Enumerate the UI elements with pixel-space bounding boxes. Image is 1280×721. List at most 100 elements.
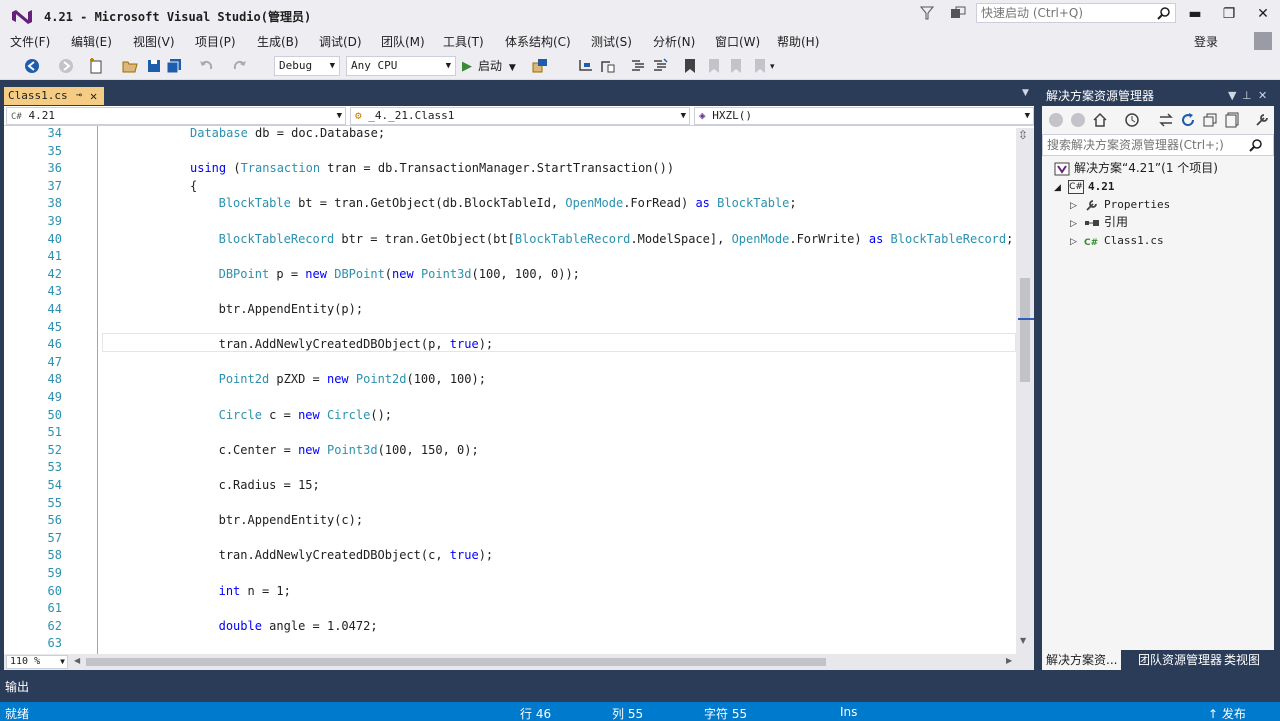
minimize-button[interactable]: ▬ bbox=[1180, 4, 1210, 24]
solution-explorer-search[interactable] bbox=[1042, 134, 1274, 156]
auto-hide-pin-icon[interactable]: ⊥ bbox=[1242, 86, 1252, 106]
tab-class-view[interactable]: 类视图 bbox=[1220, 650, 1264, 670]
navigate-forward-icon[interactable] bbox=[58, 58, 74, 74]
zoom-dropdown[interactable]: 110 % ▼ bbox=[6, 655, 68, 669]
undo-icon[interactable] bbox=[198, 58, 214, 74]
menu-edit[interactable]: 编辑(E) bbox=[71, 33, 112, 50]
quick-launch-box[interactable] bbox=[976, 3, 1176, 23]
search-icon[interactable] bbox=[1249, 138, 1263, 152]
close-tab-icon[interactable]: ✕ bbox=[90, 87, 97, 105]
menu-project[interactable]: 项目(P) bbox=[195, 33, 236, 50]
member-dropdown[interactable]: ◈ HXZL() ▼ bbox=[694, 107, 1034, 125]
menu-debug[interactable]: 调试(D) bbox=[319, 33, 362, 50]
code-line[interactable]: BlockTable bt = tran.GetObject(db.BlockT… bbox=[219, 196, 797, 210]
menu-test[interactable]: 测试(S) bbox=[591, 33, 632, 50]
user-account-icon[interactable] bbox=[1254, 32, 1272, 50]
expanded-triangle-icon[interactable]: ◢ bbox=[1054, 179, 1068, 197]
browser-link-icon[interactable] bbox=[532, 58, 548, 74]
comment-lines-icon[interactable] bbox=[630, 58, 646, 74]
tab-list-chevron-icon[interactable]: ▼ bbox=[1022, 88, 1029, 98]
toolbar-options-icon[interactable]: ▾ bbox=[770, 62, 775, 72]
previous-bookmark-icon[interactable] bbox=[706, 58, 722, 74]
scroll-down-arrow-icon[interactable]: ▼ bbox=[1020, 636, 1026, 645]
home-icon[interactable] bbox=[1092, 112, 1108, 128]
show-all-files-icon[interactable] bbox=[1224, 112, 1240, 128]
code-line[interactable]: c.Radius = 15; bbox=[219, 478, 320, 492]
code-line[interactable]: btr.AppendEntity(c); bbox=[219, 513, 364, 527]
code-line[interactable]: Point2d pZXD = new Point2d(100, 100); bbox=[219, 372, 486, 386]
save-icon[interactable] bbox=[146, 58, 162, 74]
new-project-icon[interactable] bbox=[88, 58, 104, 74]
navigate-back-icon[interactable] bbox=[24, 58, 40, 74]
menu-file[interactable]: 文件(F) bbox=[10, 33, 50, 50]
split-window-icon[interactable]: ⇳ bbox=[1018, 128, 1028, 142]
chevron-down-icon[interactable]: ▼ bbox=[509, 63, 516, 73]
maximize-button[interactable]: ❐ bbox=[1214, 4, 1244, 24]
notification-filter-icon[interactable] bbox=[920, 6, 934, 20]
menu-view[interactable]: 视图(V) bbox=[133, 33, 175, 50]
solution-search-input[interactable] bbox=[1043, 135, 1243, 155]
scrollbar-thumb[interactable] bbox=[1020, 278, 1030, 382]
tab-solution-explorer[interactable]: 解决方案资... bbox=[1042, 650, 1122, 670]
properties-wrench-icon[interactable] bbox=[1254, 112, 1270, 128]
uncomment-lines-icon[interactable] bbox=[652, 58, 668, 74]
code-line[interactable]: tran.AddNewlyCreatedDBObject(p, true); bbox=[219, 337, 494, 351]
editor-vertical-scrollbar[interactable]: ▼ bbox=[1016, 128, 1034, 654]
code-line[interactable]: BlockTableRecord btr = tran.GetObject(bt… bbox=[219, 232, 1014, 246]
forward-icon[interactable] bbox=[1070, 112, 1086, 128]
tree-item-class1[interactable]: ▷ C# Class1.cs bbox=[1070, 231, 1164, 249]
code-line[interactable]: c.Center = new Point3d(100, 150, 0); bbox=[219, 443, 479, 457]
code-line[interactable]: Database db = doc.Database; bbox=[190, 126, 385, 140]
menu-window[interactable]: 窗口(W) bbox=[715, 33, 760, 50]
code-line[interactable]: btr.AppendEntity(p); bbox=[219, 302, 364, 316]
collapsed-triangle-icon[interactable]: ▷ bbox=[1070, 233, 1084, 251]
scroll-right-arrow-icon[interactable]: ▶ bbox=[1006, 656, 1012, 665]
tab-class1-cs[interactable]: Class1.cs ⊸ ✕ bbox=[4, 87, 104, 105]
tree-item-properties[interactable]: ▷ Properties bbox=[1070, 195, 1170, 213]
clear-bookmarks-icon[interactable] bbox=[752, 58, 768, 74]
solution-configuration-dropdown[interactable]: Debug ▼ bbox=[274, 56, 340, 76]
back-icon[interactable] bbox=[1048, 112, 1064, 128]
tab-team-explorer[interactable]: 团队资源管理器 bbox=[1134, 650, 1226, 670]
menu-analyze[interactable]: 分析(N) bbox=[653, 33, 695, 50]
pending-changes-filter-icon[interactable] bbox=[1124, 112, 1140, 128]
code-line[interactable]: int n = 1; bbox=[219, 584, 291, 598]
code-line[interactable]: tran.AddNewlyCreatedDBObject(c, true); bbox=[219, 548, 494, 562]
scroll-left-arrow-icon[interactable]: ◀ bbox=[74, 656, 80, 665]
quick-launch-input[interactable] bbox=[977, 4, 1153, 22]
menu-team[interactable]: 团队(M) bbox=[381, 33, 425, 50]
step-over-icon[interactable] bbox=[600, 58, 616, 74]
pin-tab-icon[interactable]: ⊸ bbox=[76, 87, 82, 105]
code-line[interactable]: DBPoint p = new DBPoint(new Point3d(100,… bbox=[219, 267, 580, 281]
solution-platform-dropdown[interactable]: Any CPU ▼ bbox=[346, 56, 456, 76]
step-into-icon[interactable] bbox=[578, 58, 594, 74]
tab-output[interactable]: 输出 bbox=[5, 678, 29, 695]
code-editor[interactable]: 34 35 36 37 38 39 40 41 42 43 44 45 46 47 48 49 50 51 52 53… bbox=[4, 126, 1034, 654]
project-dropdown[interactable]: C# 4.21 ▼ bbox=[6, 107, 346, 125]
bookmark-icon[interactable] bbox=[682, 58, 698, 74]
tree-item-references[interactable]: ▷ 引用 bbox=[1070, 213, 1128, 231]
menu-tools[interactable]: 工具(T) bbox=[443, 33, 484, 50]
publish-button[interactable]: ↑ 发布 bbox=[1208, 705, 1246, 721]
code-line[interactable]: Circle c = new Circle(); bbox=[219, 408, 392, 422]
tree-item-project[interactable]: ◢ C# 4.21 bbox=[1054, 177, 1115, 195]
code-line[interactable]: double angle = 1.0472; bbox=[219, 619, 378, 633]
sign-in-link[interactable]: 登录 bbox=[1194, 33, 1218, 50]
close-window-button[interactable]: ✕ bbox=[1248, 4, 1278, 24]
code-line[interactable]: using (Transaction tran = db.Transaction… bbox=[190, 161, 674, 175]
refresh-icon[interactable] bbox=[1180, 112, 1196, 128]
feedback-icon[interactable] bbox=[950, 6, 966, 20]
save-all-icon[interactable] bbox=[166, 58, 182, 74]
redo-icon[interactable] bbox=[232, 58, 248, 74]
menu-architecture[interactable]: 体系结构(C) bbox=[505, 33, 571, 50]
start-debugging-button[interactable]: ▶ 启动 ▼ bbox=[462, 56, 516, 76]
open-file-icon[interactable] bbox=[122, 58, 138, 74]
sync-with-active-document-icon[interactable] bbox=[1158, 112, 1174, 128]
search-icon[interactable] bbox=[1157, 6, 1171, 20]
close-panel-icon[interactable]: ✕ bbox=[1258, 86, 1267, 106]
next-bookmark-icon[interactable] bbox=[728, 58, 744, 74]
window-position-icon[interactable]: ▼ bbox=[1228, 86, 1236, 106]
code-line[interactable]: { bbox=[190, 179, 197, 193]
type-dropdown[interactable]: ⚙ _4._21.Class1 ▼ bbox=[350, 107, 690, 125]
menu-build[interactable]: 生成(B) bbox=[257, 33, 299, 50]
